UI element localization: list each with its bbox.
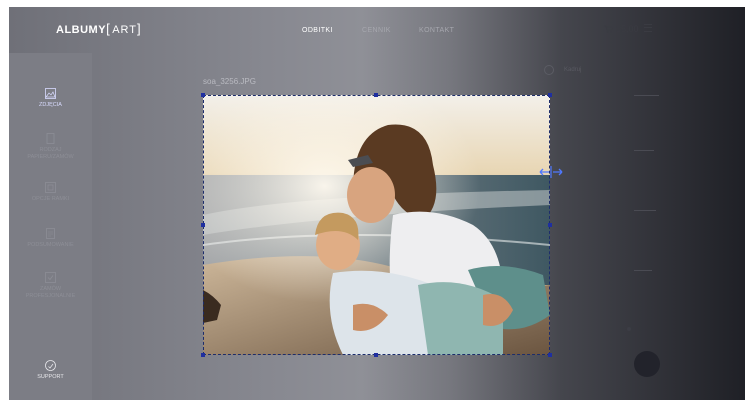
sidebar-item-label: PROFESJONALNIE xyxy=(25,293,76,299)
frame-icon xyxy=(45,182,56,193)
panel-divider xyxy=(634,210,656,211)
order-icon xyxy=(45,272,56,283)
crop-handle-top-left[interactable] xyxy=(201,93,205,97)
sidebar-item-label: PODSUMOWANIE xyxy=(27,242,74,248)
sidebar-item-zamow[interactable]: ZAMÓW PROFESJONALNIE xyxy=(9,272,92,300)
sidebar-item-label: RODZAJ xyxy=(39,147,62,153)
cart-icon xyxy=(604,25,614,35)
panel-action-button[interactable] xyxy=(634,351,660,377)
cart-price: 25,00 xyxy=(616,24,639,34)
crop-toggle-label: Kadruj xyxy=(564,67,582,73)
crop-border xyxy=(203,95,550,355)
sidebar-item-zdjecia[interactable]: ZDJĘCIA xyxy=(9,88,92,109)
sidebar-item-label: OPCJE RAMKI xyxy=(31,196,70,202)
support-label: SUPPORT xyxy=(37,374,64,380)
image-filename: soa_3256.JPG xyxy=(203,77,256,86)
options-panel: Kadruj xyxy=(539,65,739,385)
sidebar-item-opcje-ramki[interactable]: OPCJE RAMKI xyxy=(9,182,92,203)
app-window: ALBUMY[ART] ODBITKI CENNIK KONTAKT 25,00… xyxy=(9,7,745,400)
crop-handle-bottom-left[interactable] xyxy=(201,353,205,357)
logo-text-main: ALBUMY xyxy=(56,24,107,36)
crop-toggle-radio[interactable] xyxy=(544,65,554,75)
brand-logo[interactable]: ALBUMY[ART] xyxy=(56,21,141,36)
sidebar-item-label: ZAMÓW xyxy=(39,286,62,292)
cart-summary[interactable]: 25,00 xyxy=(604,24,652,35)
paper-icon xyxy=(45,133,56,144)
panel-divider xyxy=(634,95,659,96)
top-bar: ALBUMY[ART] ODBITKI CENNIK KONTAKT 25,00 xyxy=(9,7,745,53)
panel-divider xyxy=(634,150,654,151)
support-icon xyxy=(45,360,56,371)
crop-handle-bottom[interactable] xyxy=(374,353,378,357)
nav-cennik[interactable]: CENNIK xyxy=(362,27,391,34)
sidebar-item-label: ZDJĘCIA xyxy=(39,102,62,108)
image-icon xyxy=(45,88,56,99)
logo-bracket-close: ] xyxy=(137,21,142,36)
menu-icon[interactable] xyxy=(643,24,652,32)
sidebar: ZDJĘCIA RODZAJ PAPIERU/ZAMÓW OPCJE RAMKI… xyxy=(9,53,92,400)
nav-kontakt[interactable]: KONTAKT xyxy=(419,27,454,34)
sidebar-item-support[interactable]: SUPPORT xyxy=(9,360,92,381)
panel-divider xyxy=(634,270,652,271)
logo-bracket-open: [ xyxy=(106,21,111,36)
crop-handle-top[interactable] xyxy=(374,93,378,97)
summary-icon xyxy=(45,228,56,239)
panel-indicator xyxy=(627,327,631,331)
nav-odbitki[interactable]: ODBITKI xyxy=(302,27,333,34)
sidebar-item-podsumowanie[interactable]: PODSUMOWANIE xyxy=(9,228,92,249)
photo-editor-canvas[interactable] xyxy=(201,93,563,357)
logo-text-art: ART xyxy=(112,24,137,36)
sidebar-item-rodzaj-papieru[interactable]: RODZAJ PAPIERU/ZAMÓW xyxy=(9,133,92,161)
crop-handle-left[interactable] xyxy=(201,223,205,227)
sidebar-item-label: PAPIERU/ZAMÓW xyxy=(27,154,74,160)
